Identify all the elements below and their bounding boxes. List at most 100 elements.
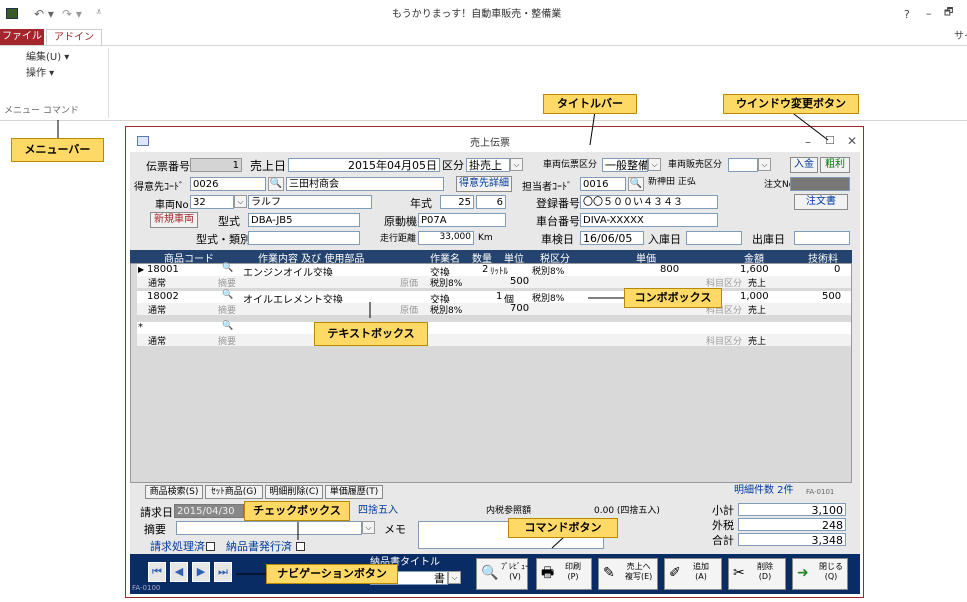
year-input[interactable]: 25 <box>440 195 474 209</box>
row1-sub-type[interactable]: 通常 <box>148 276 166 289</box>
ribbon-tab-file[interactable]: ファイル <box>0 29 44 45</box>
vehicle-slip-dropdown-icon[interactable]: ⌵ <box>648 158 661 171</box>
menu-edit[interactable]: 編集(U) ▾ <box>26 52 69 64</box>
month-input[interactable]: 6 <box>476 195 506 209</box>
model-label: 型式 <box>218 215 240 228</box>
vehicle-name-field[interactable]: ラルフ <box>248 195 372 209</box>
vehicle-sales-combo[interactable] <box>728 158 758 172</box>
entry-date-input[interactable] <box>686 231 742 245</box>
nav-last-button[interactable]: ⏭ <box>214 562 232 582</box>
summary-combo[interactable] <box>176 521 362 535</box>
close-label: 閉じる (Q) <box>819 562 843 581</box>
row1-cat[interactable]: 売上 <box>748 276 766 289</box>
delete-detail-button[interactable]: 明細削除(C) <box>265 485 323 499</box>
table-row-sub[interactable] <box>137 276 851 288</box>
delivery-done-checkbox[interactable] <box>296 542 305 551</box>
row2-amount[interactable]: 1,000 <box>740 291 769 302</box>
set-product-button[interactable]: ｾｯﾄ商品(G) <box>205 485 263 499</box>
row2-search-icon[interactable]: 🔍 <box>222 290 233 301</box>
delete-button[interactable]: ✂ 削除 (D) <box>728 558 786 590</box>
access-icon[interactable] <box>6 8 18 19</box>
reg-no-input[interactable]: 〇〇５００い４３４３ <box>580 195 718 209</box>
add-button[interactable]: ✐ 追加 (A) <box>664 558 722 590</box>
product-search-button[interactable]: 商品検索(S) <box>145 485 203 499</box>
row1-cost-tax[interactable]: 税別8% <box>430 276 462 289</box>
row2-code[interactable]: 18002 <box>147 291 179 302</box>
row1-price[interactable]: 800 <box>660 264 679 275</box>
row1-search-icon[interactable]: 🔍 <box>222 263 233 274</box>
table-row-sub[interactable] <box>137 334 851 346</box>
customer-search-icon[interactable]: 🔍 <box>268 177 284 191</box>
customer-name-field[interactable]: 三田村商会 <box>286 177 444 191</box>
vehicle-no-combo[interactable]: 32 <box>190 195 234 209</box>
row3-sub-type[interactable]: 通常 <box>148 334 166 347</box>
engine-input[interactable]: P07A <box>418 213 506 227</box>
row-selector-icon[interactable]: ▶ <box>138 265 144 275</box>
gross-profit-button[interactable]: 粗利 <box>820 157 850 173</box>
table-row-sub[interactable] <box>137 303 851 315</box>
copy-to-sales-button[interactable]: ✎ 売上へ 複写(E) <box>598 558 658 590</box>
price-history-button[interactable]: 単価履歴(T) <box>325 485 383 499</box>
category-combo[interactable]: 掛売上 <box>466 158 510 172</box>
model-type-input[interactable] <box>248 231 360 245</box>
order-no-field[interactable] <box>790 177 850 191</box>
row1-amount[interactable]: 1,600 <box>740 264 769 275</box>
row1-qty[interactable]: 2 <box>482 264 488 275</box>
nav-prev-button[interactable]: ◀ <box>170 562 188 582</box>
subtotal-label: 小計 <box>712 504 734 517</box>
category-dropdown-icon[interactable]: ⌵ <box>510 158 523 171</box>
row1-summary-label: 摘要 <box>218 279 237 289</box>
row3-cat[interactable]: 売上 <box>748 334 766 347</box>
undo-icon[interactable]: ↶ ▾ <box>34 7 54 21</box>
row2-qty[interactable]: 1 <box>496 291 502 302</box>
inspection-input[interactable]: 16/06/05 <box>580 231 644 245</box>
mileage-input[interactable]: 33,000 <box>418 231 474 245</box>
row2-sub-type[interactable]: 通常 <box>148 303 166 316</box>
print-title-dropdown-icon[interactable]: ⌵ <box>448 571 461 584</box>
vehicle-no-dropdown-icon[interactable]: ⌵ <box>234 195 247 208</box>
deposit-button[interactable]: 入金 <box>790 157 818 173</box>
window-maximize-icon[interactable]: ☐ <box>825 134 835 147</box>
exit-date-input[interactable] <box>794 231 850 245</box>
row2-cost-tax[interactable]: 税別8% <box>430 303 462 316</box>
nav-first-button[interactable]: ⏮ <box>148 562 166 582</box>
order-form-button[interactable]: 注文書 <box>794 194 848 210</box>
vehicle-sales-dropdown-icon[interactable]: ⌵ <box>758 158 771 171</box>
minimize-icon[interactable]: – <box>926 7 932 20</box>
menu-operation[interactable]: 操作 ▾ <box>26 68 54 80</box>
billing-done-checkbox[interactable] <box>206 542 215 551</box>
callout-check-box: チェックボックス <box>244 501 350 521</box>
ribbon-tab-addin[interactable]: アドイン <box>46 29 102 45</box>
window-close-icon[interactable]: ✕ <box>847 134 857 148</box>
customize-qat-icon[interactable]: ⩡ <box>96 7 102 19</box>
staff-code-input[interactable]: 0016 <box>580 177 626 191</box>
staff-search-icon[interactable]: 🔍 <box>628 177 644 191</box>
row3-search-icon[interactable]: 🔍 <box>222 321 233 332</box>
new-vehicle-button[interactable]: 新規車両 <box>150 212 198 228</box>
nav-next-button[interactable]: ▶ <box>192 562 210 582</box>
row1-code[interactable]: 18001 <box>147 264 179 275</box>
summary-dropdown-icon[interactable]: ⌵ <box>362 521 375 534</box>
sign-in-link[interactable]: サイ <box>954 31 967 43</box>
window-minimize-icon[interactable]: – <box>805 135 811 149</box>
row2-cat[interactable]: 売上 <box>748 303 766 316</box>
preview-label: ﾌﾟﾚﾋﾞｭｰ (V) <box>501 562 529 581</box>
customer-code-input[interactable]: 0026 <box>190 177 266 191</box>
table-row-new[interactable] <box>137 322 851 334</box>
row1-cost[interactable]: 500 <box>510 276 529 287</box>
chassis-input[interactable]: DIVA-XXXXX <box>580 213 718 227</box>
close-button[interactable]: ➜ 閉じる (Q) <box>792 558 848 590</box>
help-icon[interactable]: ? <box>904 8 910 21</box>
sale-date-input[interactable]: 2015年04月05日 <box>288 158 440 172</box>
inspection-label: 車検日 <box>541 233 574 246</box>
customer-detail-button[interactable]: 得意先詳細 <box>456 176 512 192</box>
row2-tech[interactable]: 500 <box>822 291 841 302</box>
row1-tech[interactable]: 0 <box>834 264 840 275</box>
restore-icon[interactable]: 🗗 <box>944 7 953 19</box>
row2-cost[interactable]: 700 <box>510 303 529 314</box>
print-button[interactable]: 🖶 印刷 (P) <box>536 558 592 590</box>
redo-icon[interactable]: ↷ ▾ <box>62 7 82 21</box>
vehicle-slip-combo[interactable]: 一般整備 <box>602 158 648 172</box>
preview-button[interactable]: 🔍 ﾌﾟﾚﾋﾞｭｰ (V) <box>476 558 529 590</box>
model-input[interactable]: DBA-JB5 <box>248 213 360 227</box>
